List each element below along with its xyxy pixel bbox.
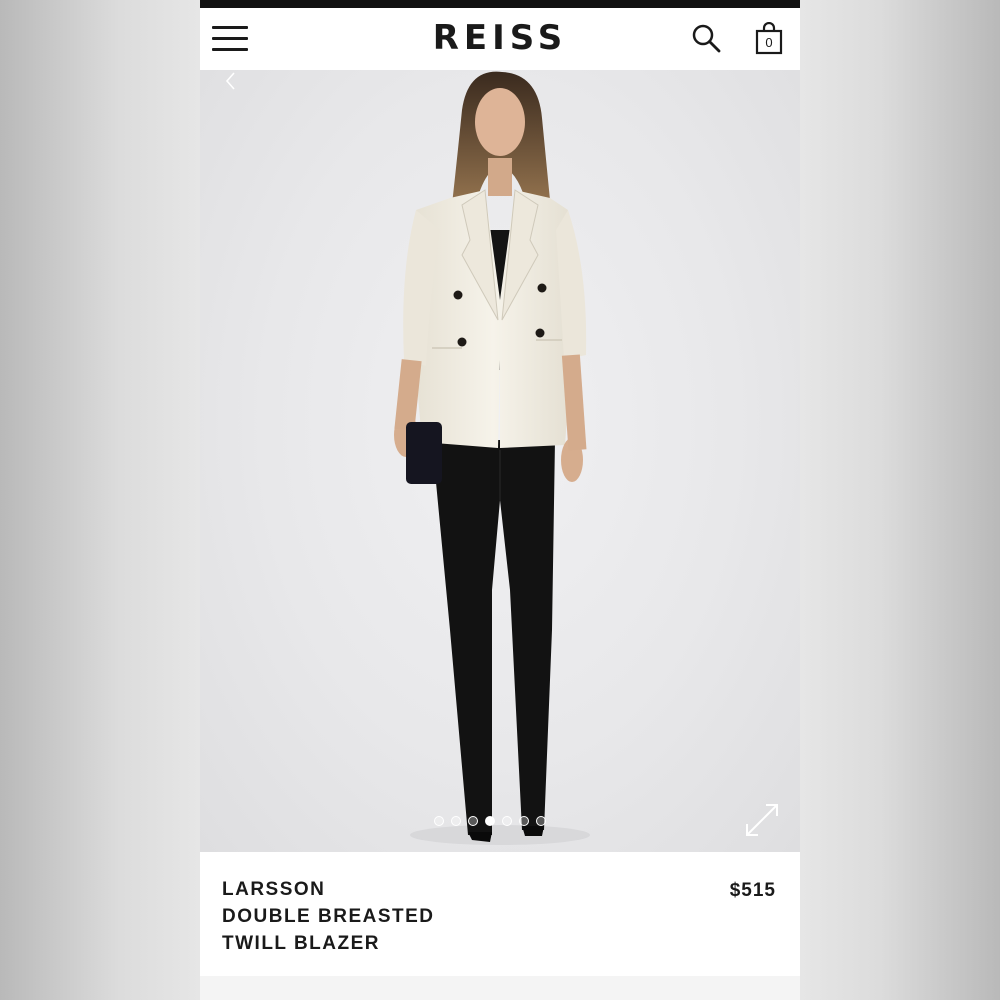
gallery-dot[interactable]	[451, 816, 461, 826]
gallery-dot[interactable]	[502, 816, 512, 826]
product-name-line-2: DOUBLE BREASTED	[222, 906, 435, 927]
site-header: REISS 0	[200, 8, 800, 70]
product-price: $515	[729, 880, 776, 901]
expand-icon[interactable]	[742, 800, 782, 840]
product-name-line-3: TWILL BLAZER	[222, 933, 381, 954]
product-info: LARSSON DOUBLE BREASTED TWILL BLAZER $51…	[200, 852, 800, 976]
gallery-pagination	[434, 816, 546, 830]
bag-count: 0	[765, 35, 773, 50]
gallery-dot[interactable]	[468, 816, 478, 826]
bag-icon[interactable]: 0	[752, 21, 786, 56]
bottom-divider	[200, 976, 800, 1000]
product-page: REISS 0 LARSSON DOUBLE BREASTED TWILL BL…	[200, 0, 800, 1000]
gallery-dot[interactable]	[536, 816, 546, 826]
chevron-left-icon[interactable]	[220, 70, 242, 92]
gallery-dot[interactable]	[519, 816, 529, 826]
product-photo	[394, 71, 590, 845]
product-image-gallery[interactable]	[200, 70, 800, 852]
search-icon[interactable]	[690, 22, 724, 56]
product-title: LARSSON DOUBLE BREASTED TWILL BLAZER	[222, 876, 582, 957]
gallery-dot-active[interactable]	[485, 816, 495, 826]
gallery-dot[interactable]	[434, 816, 444, 826]
product-name-line-1: LARSSON	[222, 879, 326, 900]
status-bar	[200, 0, 800, 8]
